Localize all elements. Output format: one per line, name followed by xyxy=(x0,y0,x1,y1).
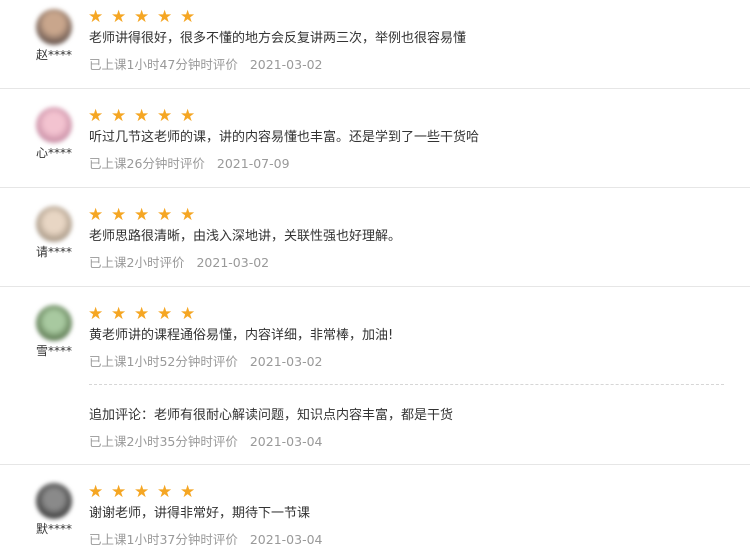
study-time: 已上课1小时37分钟时评价 xyxy=(89,532,238,547)
followup-meta: 已上课2小时35分钟时评价 2021-03-04 xyxy=(89,431,323,450)
username: 赵**** xyxy=(36,48,73,62)
review-meta: 已上课1小时47分钟时评价 2021-03-02 xyxy=(89,54,323,73)
study-time: 已上课1小时52分钟时评价 xyxy=(89,354,238,369)
avatar[interactable] xyxy=(36,206,72,242)
review-text: 老师讲得很好，很多不懂的地方会反复讲两三次，举例也很容易懂 xyxy=(89,31,467,46)
review-text: 老师思路很清晰，由浅入深地讲，关联性强也好理解。 xyxy=(89,229,402,244)
review-text: 听过几节这老师的课，讲的内容易懂也丰富。还是学到了一些干货哈 xyxy=(89,130,480,145)
study-time: 已上课1小时47分钟时评价 xyxy=(89,57,238,72)
review-text: 谢谢老师，讲得非常好，期待下一节课 xyxy=(89,506,311,521)
review-item: 心**** ★ ★ ★ ★ ★ 听过几节这老师的课，讲的内容易懂也丰富。还是学到了一些干… xyxy=(0,89,750,188)
star-icon: ★ xyxy=(111,7,127,27)
review-meta: 已上课1小时37分钟时评价 2021-03-04 xyxy=(89,529,323,548)
followup-text: 追加评论：老师有很耐心解读问题，知识点内容丰富，都是干货 xyxy=(89,408,454,423)
avatar[interactable] xyxy=(36,107,72,143)
star-icon: ★ xyxy=(157,482,173,502)
star-icon: ★ xyxy=(111,304,127,324)
study-time: 已上课26分钟时评价 xyxy=(89,156,205,171)
review-item: 赵**** ★ ★ ★ ★ ★ 老师讲得很好，很多不懂的地方会反复讲两三次，举例也很容易… xyxy=(0,0,750,89)
star-icon: ★ xyxy=(134,7,150,27)
review-date: 2021-03-02 xyxy=(249,354,323,369)
star-rating: ★ ★ ★ ★ ★ xyxy=(88,207,201,224)
followup-divider xyxy=(89,384,724,385)
review-date: 2021-03-04 xyxy=(249,434,323,449)
star-icon: ★ xyxy=(180,482,196,502)
study-time: 已上课2小时评价 xyxy=(89,255,185,270)
star-icon: ★ xyxy=(111,205,127,225)
star-icon: ★ xyxy=(111,482,127,502)
star-icon: ★ xyxy=(134,304,150,324)
avatar[interactable] xyxy=(36,305,72,341)
username: 雪**** xyxy=(36,344,73,358)
star-icon: ★ xyxy=(157,106,173,126)
review-text: 黄老师讲的课程通俗易懂，内容详细，非常棒，加油! xyxy=(89,328,394,343)
star-icon: ★ xyxy=(180,304,196,324)
star-icon: ★ xyxy=(134,482,150,502)
review-meta: 已上课26分钟时评价 2021-07-09 xyxy=(89,153,290,172)
star-icon: ★ xyxy=(134,205,150,225)
star-rating: ★ ★ ★ ★ ★ xyxy=(88,108,201,125)
review-date: 2021-07-09 xyxy=(216,156,290,171)
review-date: 2021-03-02 xyxy=(249,57,323,72)
review-item: 默**** ★ ★ ★ ★ ★ 谢谢老师，讲得非常好，期待下一节课 已上课1小时37分钟… xyxy=(0,465,750,558)
star-icon: ★ xyxy=(180,7,196,27)
star-icon: ★ xyxy=(180,205,196,225)
star-rating: ★ ★ ★ ★ ★ xyxy=(88,306,201,323)
username: 请**** xyxy=(36,245,73,259)
star-icon: ★ xyxy=(157,7,173,27)
review-item: 雪**** ★ ★ ★ ★ ★ 黄老师讲的课程通俗易懂，内容详细，非常棒，加油! 已上课… xyxy=(0,287,750,465)
review-date: 2021-03-02 xyxy=(196,255,270,270)
review-meta: 已上课1小时52分钟时评价 2021-03-02 xyxy=(89,351,323,370)
star-icon: ★ xyxy=(180,106,196,126)
username: 默**** xyxy=(36,522,73,536)
avatar[interactable] xyxy=(36,483,72,519)
star-icon: ★ xyxy=(88,106,104,126)
star-icon: ★ xyxy=(157,304,173,324)
review-date: 2021-03-04 xyxy=(249,532,323,547)
username: 心**** xyxy=(36,146,73,160)
star-icon: ★ xyxy=(111,106,127,126)
star-rating: ★ ★ ★ ★ ★ xyxy=(88,9,201,26)
star-icon: ★ xyxy=(88,205,104,225)
star-icon: ★ xyxy=(88,304,104,324)
star-icon: ★ xyxy=(134,106,150,126)
star-icon: ★ xyxy=(88,482,104,502)
star-icon: ★ xyxy=(157,205,173,225)
study-time: 已上课2小时35分钟时评价 xyxy=(89,434,238,449)
review-meta: 已上课2小时评价 2021-03-02 xyxy=(89,252,269,271)
star-rating: ★ ★ ★ ★ ★ xyxy=(88,484,201,501)
avatar[interactable] xyxy=(36,9,72,45)
star-icon: ★ xyxy=(88,7,104,27)
review-item: 请**** ★ ★ ★ ★ ★ 老师思路很清晰，由浅入深地讲，关联性强也好理解。 已上课… xyxy=(0,188,750,287)
